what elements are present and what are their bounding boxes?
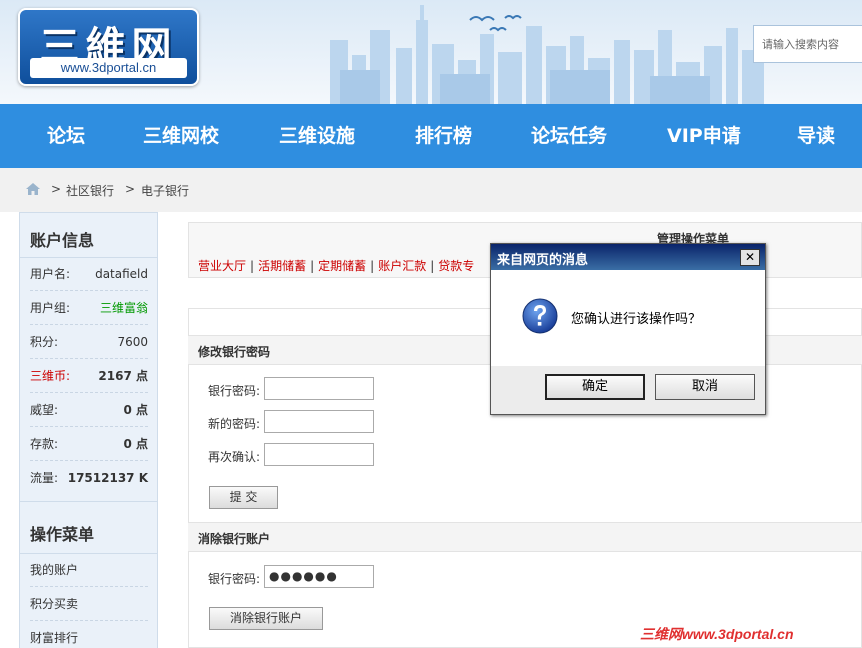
- bank-password-label: 银行密码:: [208, 384, 261, 398]
- link-demand-deposit[interactable]: 活期储蓄: [258, 259, 306, 273]
- confirm-password-input[interactable]: [264, 443, 374, 466]
- left-sidebar: 账户信息 用户名: datafield 用户组: 三维富翁 积分: 7600 三…: [19, 212, 158, 648]
- link-lobby[interactable]: 营业大厅: [198, 259, 246, 273]
- account-key: 威望:: [30, 403, 59, 417]
- breadcrumb-separator: >: [51, 182, 62, 196]
- account-row-prestige: 威望: 0 点: [30, 393, 148, 427]
- change-password-title: 修改银行密码: [198, 345, 271, 359]
- new-password-label: 新的密码:: [208, 417, 261, 431]
- nav-item-guide[interactable]: 导读: [797, 104, 835, 168]
- account-value: 7600: [117, 335, 148, 349]
- account-key: 流量:: [30, 471, 59, 485]
- breadcrumb-item-ebank[interactable]: 电子银行: [141, 182, 189, 199]
- sidebar-item-my-account[interactable]: 我的账户: [30, 553, 148, 587]
- sidebar-item-points-trade[interactable]: 积分买卖: [30, 587, 148, 621]
- search-input[interactable]: 请输入搜索内容: [753, 25, 862, 63]
- link-remittance[interactable]: 账户汇款: [378, 259, 426, 273]
- account-row-deposit: 存款: 0 点: [30, 427, 148, 461]
- account-key: 存款:: [30, 437, 59, 451]
- account-row-coins: 三维币: 2167 点: [30, 359, 148, 393]
- dialog-body: 您确认进行该操作吗？: [491, 270, 765, 366]
- nav-item-facilities[interactable]: 三维设施: [279, 104, 355, 168]
- account-key: 用户组:: [30, 301, 71, 315]
- dialog-title: 来自网页的消息: [497, 253, 589, 268]
- cancel-button[interactable]: 取消: [655, 374, 755, 400]
- confirm-password-label: 再次确认:: [208, 450, 261, 464]
- site-logo[interactable]: 三維网 www.3dportal.cn: [18, 8, 199, 86]
- bank-password-input[interactable]: [264, 377, 374, 400]
- account-key: 三维币:: [30, 369, 71, 383]
- account-row-traffic: 流量: 17512137 K: [30, 461, 148, 495]
- account-row-username: 用户名: datafield: [30, 257, 148, 291]
- nav-item-vip[interactable]: VIP申请: [667, 104, 741, 168]
- account-value: datafield: [95, 267, 148, 281]
- delete-account-header: [188, 522, 862, 552]
- logo-url: www.3dportal.cn: [30, 58, 187, 78]
- submit-button[interactable]: 提 交: [209, 486, 278, 509]
- dialog-titlebar[interactable]: 来自网页的消息 ✕: [491, 244, 765, 270]
- ops-menu-heading: 操作菜单: [30, 525, 95, 544]
- sidebar-item-wealth-ranking[interactable]: 财富排行: [30, 621, 148, 648]
- account-value: 2167 点: [98, 369, 148, 383]
- account-value: 三维富翁: [99, 301, 148, 315]
- ops-links: 营业大厅 | 活期储蓄 | 定期储蓄 | 账户汇款 | 贷款专: [198, 259, 475, 273]
- main-nav: 论坛 三维网校 三维设施 排行榜 论坛任务 VIP申请 导读: [0, 104, 862, 168]
- nav-item-ranking[interactable]: 排行榜: [415, 104, 472, 168]
- account-key: 用户名:: [30, 267, 71, 281]
- account-row-group: 用户组: 三维富翁: [30, 291, 148, 325]
- confirm-dialog: 来自网页的消息 ✕ 您确认进行该操作吗？ 确定 取消: [490, 243, 766, 415]
- close-icon[interactable]: ✕: [740, 249, 760, 266]
- new-password-input[interactable]: [264, 410, 374, 433]
- delete-account-button[interactable]: 消除银行账户: [209, 607, 323, 630]
- breadcrumb-separator: >: [125, 182, 136, 196]
- delete-password-input[interactable]: ●●●●●●: [264, 565, 374, 588]
- home-icon[interactable]: [26, 183, 40, 195]
- account-value: 17512137 K: [67, 471, 148, 485]
- link-fixed-deposit[interactable]: 定期储蓄: [318, 259, 366, 273]
- question-icon: [522, 298, 558, 334]
- account-key: 积分:: [30, 335, 59, 349]
- account-value: 0 点: [123, 437, 148, 451]
- watermark: 三维网www.3dportal.cn: [640, 626, 794, 642]
- breadcrumb-item-bank[interactable]: 社区银行: [66, 182, 114, 199]
- nav-item-school[interactable]: 三维网校: [143, 104, 219, 168]
- account-value: 0 点: [123, 403, 148, 417]
- dialog-footer: 确定 取消: [491, 366, 765, 414]
- account-row-points: 积分: 7600: [30, 325, 148, 359]
- delete-account-title: 消除银行账户: [198, 532, 271, 546]
- nav-item-forum[interactable]: 论坛: [47, 104, 85, 168]
- ok-button[interactable]: 确定: [545, 374, 645, 400]
- site-header: 三維网 www.3dportal.cn 请输入搜索内容: [0, 0, 862, 104]
- account-info-heading: 账户信息: [30, 231, 95, 250]
- link-loan[interactable]: 贷款专: [438, 259, 474, 273]
- dialog-message: 您确认进行该操作吗？: [571, 312, 702, 327]
- delete-password-label: 银行密码:: [208, 572, 261, 586]
- nav-item-tasks[interactable]: 论坛任务: [531, 104, 607, 168]
